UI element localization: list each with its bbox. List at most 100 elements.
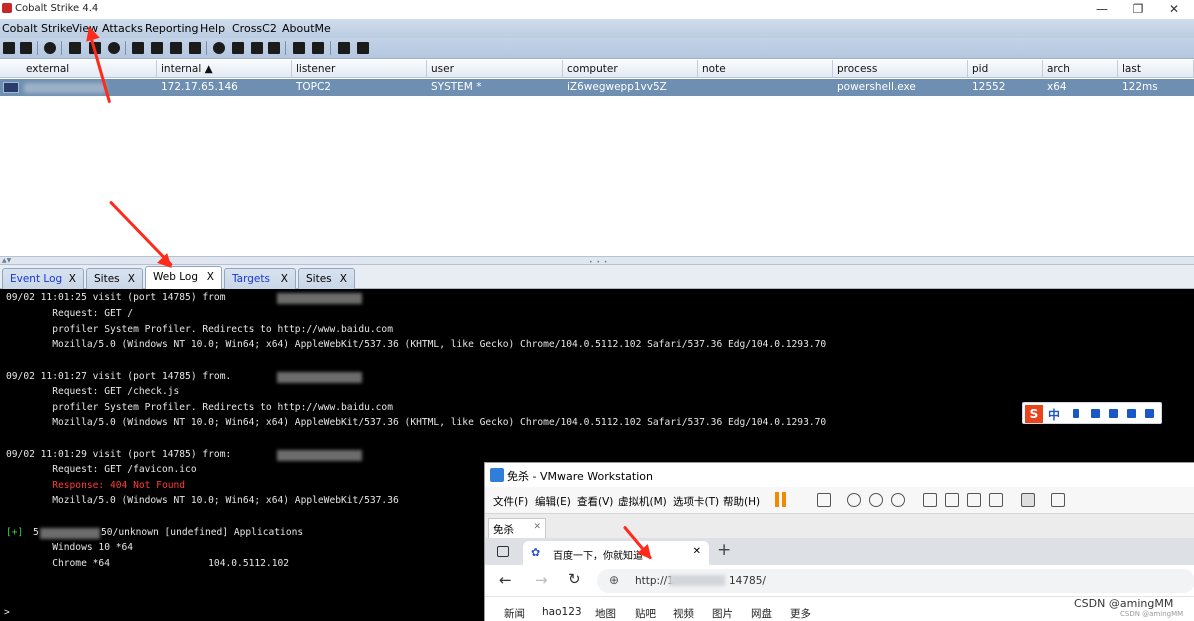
script-document-icon[interactable] — [251, 42, 263, 54]
menu-reporting[interactable]: Reporting — [145, 22, 198, 35]
tab-sites[interactable]: Sites X — [86, 268, 143, 289]
log-line: 5 — [33, 527, 39, 538]
vm-tab-bar: 免杀 ✕ — [485, 513, 1194, 539]
nav-link[interactable]: 地图 — [595, 606, 616, 621]
ime-toolbar[interactable]: S 中 — [1022, 402, 1162, 424]
minimize-icon[interactable]: — — [1086, 0, 1118, 19]
tab-web-log[interactable]: Web Log X — [145, 266, 222, 290]
vm-menu-tabs[interactable]: 选项卡(T) — [673, 494, 719, 509]
close-icon[interactable]: ✕ — [1158, 0, 1190, 19]
stretch-guest-icon[interactable] — [1051, 493, 1065, 507]
ime-language[interactable]: 中 — [1048, 406, 1060, 423]
cell-arch: x64 — [1047, 81, 1067, 93]
column-process[interactable]: process — [833, 60, 968, 78]
menu-cobalt-strike[interactable]: Cobalt Strike — [2, 22, 73, 35]
pane-splitter[interactable]: ▲▼ • • • — [0, 256, 1194, 266]
splitter-arrows-icon[interactable]: ▲▼ — [2, 257, 11, 264]
keystrokes-key-icon[interactable] — [170, 42, 182, 54]
downloads-icon[interactable] — [151, 42, 163, 54]
web-drive-by-coffee-icon[interactable] — [232, 42, 244, 54]
column-note[interactable]: note — [698, 60, 833, 78]
nav-link[interactable]: 图片 — [712, 606, 733, 621]
cube-icon[interactable] — [357, 42, 369, 54]
nav-link[interactable]: hao123 — [542, 606, 582, 618]
tab-close-button[interactable]: X — [340, 273, 347, 285]
console-view-icon[interactable] — [1021, 493, 1035, 507]
disconnect-icon[interactable] — [20, 42, 32, 54]
nav-link[interactable]: 贴吧 — [635, 606, 656, 621]
vm-tab[interactable]: 免杀 ✕ — [488, 518, 546, 539]
column-external[interactable]: external — [22, 60, 157, 78]
console-prompt[interactable]: > — [4, 607, 10, 619]
log-line: Chrome *64 104.0.5112.102 — [6, 558, 290, 569]
menu-crossc2[interactable]: CrossC2 — [232, 22, 277, 35]
nav-link[interactable]: 视频 — [673, 606, 694, 621]
vm-menu-file[interactable]: 文件(F) — [493, 494, 528, 509]
vm-menu-view[interactable]: 查看(V) — [577, 494, 613, 509]
keyboard-icon[interactable] — [1109, 409, 1118, 418]
log-line: profiler System Profiler. Redirects to h… — [6, 324, 393, 335]
response-status: 404 Not Found — [109, 480, 186, 491]
browser-tab-close-icon[interactable]: ✕ — [693, 546, 701, 557]
vm-menu-vm[interactable]: 虚拟机(M) — [618, 494, 667, 509]
sidebar-toggle-icon[interactable] — [923, 493, 937, 507]
maximize-icon[interactable]: ❐ — [1122, 0, 1154, 19]
unity-icon[interactable] — [989, 493, 1003, 507]
new-connection-icon[interactable] — [3, 42, 15, 54]
tab-close-button[interactable]: X — [281, 273, 288, 285]
tab-close-button[interactable]: X — [128, 273, 135, 285]
snapshot-icon[interactable] — [847, 493, 861, 507]
tab-close-button[interactable]: X — [69, 273, 76, 285]
pause-icon-bar — [782, 492, 786, 507]
punctuation-icon[interactable] — [1073, 409, 1079, 418]
column-last[interactable]: last — [1118, 60, 1194, 78]
tab-close-button[interactable]: X — [207, 271, 214, 283]
snapshot-manager-icon[interactable] — [891, 493, 905, 507]
nav-link[interactable]: 网盘 — [751, 606, 772, 621]
tab-event-log[interactable]: Event Log X — [2, 268, 84, 289]
tab-sites-2[interactable]: Sites X — [298, 268, 355, 289]
vm-menu-edit[interactable]: 编辑(E) — [535, 494, 571, 509]
thumbnail-bar-icon[interactable] — [945, 493, 959, 507]
payload-gear-icon[interactable] — [213, 42, 225, 54]
help-book-icon[interactable] — [338, 42, 350, 54]
screenshots-icon[interactable] — [189, 42, 201, 54]
column-listener[interactable]: listener — [292, 60, 427, 78]
cell-pid: 12552 — [972, 81, 1006, 93]
cloud-icon[interactable] — [312, 42, 324, 54]
refresh-icon[interactable]: ↻ — [568, 570, 581, 588]
menu-aboutme[interactable]: AboutMe — [282, 22, 331, 35]
send-ctrl-alt-del-icon[interactable] — [817, 493, 831, 507]
revert-snapshot-icon[interactable] — [869, 493, 883, 507]
column-user[interactable]: user — [427, 60, 563, 78]
new-tab-icon[interactable]: + — [717, 540, 731, 560]
nav-link[interactable]: 新闻 — [504, 606, 525, 621]
menu-attacks[interactable]: Attacks — [102, 22, 143, 35]
pause-icon[interactable] — [775, 492, 779, 507]
vm-menu-help[interactable]: 帮助(H) — [723, 494, 760, 509]
tab-targets[interactable]: Targets X — [224, 268, 296, 289]
forward-icon[interactable]: → — [535, 571, 548, 589]
graph-view-icon[interactable] — [69, 42, 81, 54]
back-icon[interactable]: ← — [499, 571, 512, 589]
console-icon[interactable] — [268, 42, 280, 54]
table-row[interactable]: 172.17.65.146 TOPC2 SYSTEM * iZ6wegwepp1… — [0, 79, 1194, 96]
vm-tab-close-icon[interactable]: ✕ — [533, 522, 541, 532]
full-screen-icon[interactable] — [967, 493, 981, 507]
menu-help[interactable]: Help — [200, 22, 225, 35]
microphone-icon[interactable] — [1091, 409, 1100, 418]
credentials-icon[interactable] — [132, 42, 144, 54]
column-pid[interactable]: pid — [968, 60, 1043, 78]
column-arch[interactable]: arch — [1043, 60, 1118, 78]
browser-tab[interactable]: ✿ 百度一下，你就知道 ✕ — [523, 541, 709, 565]
nav-link[interactable]: 更多 — [790, 606, 811, 621]
toolbox-grid-icon[interactable] — [1145, 409, 1154, 418]
skin-shirt-icon[interactable] — [1127, 409, 1136, 418]
tab-actions-icon[interactable] — [497, 546, 509, 557]
column-internal[interactable]: internal ▲ — [157, 60, 292, 78]
targets-crosshair-icon[interactable] — [108, 42, 120, 54]
url-field[interactable]: ⊕ http://1 14785/ — [597, 569, 1194, 593]
column-computer[interactable]: computer — [563, 60, 698, 78]
link-icon[interactable] — [293, 42, 305, 54]
listeners-headphones-icon[interactable] — [44, 42, 56, 54]
